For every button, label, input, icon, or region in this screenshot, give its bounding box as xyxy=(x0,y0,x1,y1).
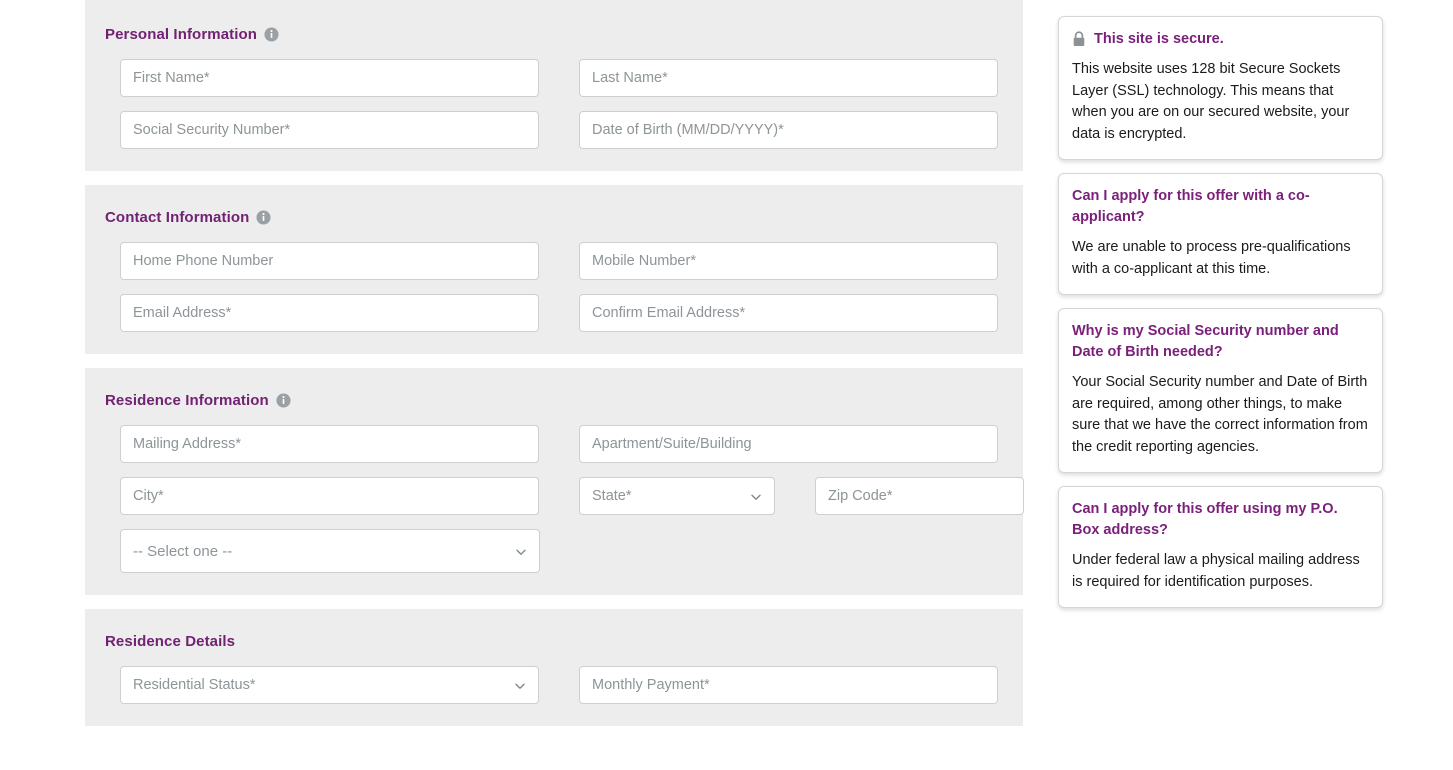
info-card-header: Can I apply for this offer using my P.O.… xyxy=(1072,499,1368,541)
section-personal-information: Personal Information First Name* Last Na… xyxy=(85,0,1023,171)
zip-code-placeholder: Zip Code* xyxy=(828,488,893,504)
social-security-number-field[interactable]: Social Security Number* xyxy=(120,111,539,149)
chevron-down-icon xyxy=(515,545,527,557)
residence-select-one-placeholder: -- Select one -- xyxy=(133,543,233,559)
lock-icon xyxy=(1072,31,1086,47)
apartment-suite-building-field[interactable]: Apartment/Suite/Building xyxy=(579,425,998,463)
prequalification-form-page: Personal Information First Name* Last Na… xyxy=(0,0,1453,770)
chevron-down-icon xyxy=(750,490,762,502)
date-of-birth-placeholder: Date of Birth (MM/DD/YYYY)* xyxy=(592,122,784,138)
section-header-residence-information: Residence Information xyxy=(105,392,1023,409)
mobile-number-placeholder: Mobile Number* xyxy=(592,253,696,269)
last-name-placeholder: Last Name* xyxy=(592,70,668,86)
social-security-number-placeholder: Social Security Number* xyxy=(133,122,291,138)
info-card-title: Why is my Social Security number and Dat… xyxy=(1072,323,1339,360)
confirm-email-address-placeholder: Confirm Email Address* xyxy=(592,305,746,321)
form-row: Email Address* Confirm Email Address* xyxy=(120,294,998,332)
home-phone-number-field[interactable]: Home Phone Number xyxy=(120,242,539,280)
form-row: Residential Status* Monthly Payment* xyxy=(120,666,998,704)
state-placeholder: State* xyxy=(592,488,632,504)
info-card-header: This site is secure. xyxy=(1072,29,1368,50)
date-of-birth-field[interactable]: Date of Birth (MM/DD/YYYY)* xyxy=(579,111,998,149)
section-header-contact-information: Contact Information xyxy=(105,209,1023,226)
city-placeholder: City* xyxy=(133,488,164,504)
residential-status-select[interactable]: Residential Status* xyxy=(120,666,539,704)
mailing-address-field[interactable]: Mailing Address* xyxy=(120,425,539,463)
form-row: City* State* Zip Code* xyxy=(120,477,1024,515)
section-title-personal-information: Personal Information xyxy=(105,26,258,43)
info-card-body: This website uses 128 bit Secure Sockets… xyxy=(1072,61,1350,142)
section-residence-details: Residence Details Residential Status* Mo… xyxy=(85,609,1023,726)
home-phone-number-placeholder: Home Phone Number xyxy=(133,253,274,269)
apartment-suite-building-placeholder: Apartment/Suite/Building xyxy=(592,436,752,452)
section-contact-information: Contact Information Home Phone Number Mo… xyxy=(85,185,1023,354)
section-residence-information: Residence Information Mailing Address* A… xyxy=(85,368,1024,595)
city-field[interactable]: City* xyxy=(120,477,539,515)
info-card-title: Can I apply for this offer with a co-app… xyxy=(1072,188,1310,225)
info-card-body: We are unable to process pre-qualificati… xyxy=(1072,239,1351,277)
mobile-number-field[interactable]: Mobile Number* xyxy=(579,242,998,280)
form-row: Mailing Address* Apartment/Suite/Buildin… xyxy=(120,425,998,463)
chevron-down-icon xyxy=(514,679,526,691)
zip-code-field[interactable]: Zip Code* xyxy=(815,477,1024,515)
mailing-address-placeholder: Mailing Address* xyxy=(133,436,241,452)
info-card-body: Your Social Security number and Date of … xyxy=(1072,374,1368,455)
email-address-field[interactable]: Email Address* xyxy=(120,294,539,332)
section-title-residence-details: Residence Details xyxy=(105,633,236,650)
info-card-body: Under federal law a physical mailing add… xyxy=(1072,552,1360,590)
section-header-residence-details: Residence Details xyxy=(105,633,1023,650)
first-name-field[interactable]: First Name* xyxy=(120,59,539,97)
info-circle-icon[interactable] xyxy=(264,27,279,42)
state-select[interactable]: State* xyxy=(579,477,775,515)
section-title-residence-information: Residence Information xyxy=(105,392,269,409)
confirm-email-address-field[interactable]: Confirm Email Address* xyxy=(579,294,998,332)
form-row: Social Security Number* Date of Birth (M… xyxy=(120,111,998,149)
monthly-payment-placeholder: Monthly Payment* xyxy=(592,677,710,693)
info-card-header: Can I apply for this offer with a co-app… xyxy=(1072,186,1368,228)
info-card-co-applicant: Can I apply for this offer with a co-app… xyxy=(1058,173,1383,295)
section-title-contact-information: Contact Information xyxy=(105,209,250,226)
residential-status-placeholder: Residential Status* xyxy=(133,677,256,693)
info-cards-column: This site is secure. This website uses 1… xyxy=(1058,16,1383,621)
info-card-title: This site is secure. xyxy=(1094,31,1224,47)
form-row: -- Select one -- xyxy=(120,529,989,573)
email-address-placeholder: Email Address* xyxy=(133,305,232,321)
info-circle-icon[interactable] xyxy=(276,393,291,408)
info-card-title: Can I apply for this offer using my P.O.… xyxy=(1072,501,1338,538)
section-header-personal-information: Personal Information xyxy=(105,26,1023,43)
info-card-ssn-dob: Why is my Social Security number and Dat… xyxy=(1058,308,1383,473)
monthly-payment-field[interactable]: Monthly Payment* xyxy=(579,666,998,704)
residence-select-one-select[interactable]: -- Select one -- xyxy=(120,529,540,573)
info-card-site-secure: This site is secure. This website uses 1… xyxy=(1058,16,1383,160)
info-card-header: Why is my Social Security number and Dat… xyxy=(1072,321,1368,363)
form-row: First Name* Last Name* xyxy=(120,59,998,97)
info-circle-icon[interactable] xyxy=(256,210,271,225)
info-card-po-box: Can I apply for this offer using my P.O.… xyxy=(1058,486,1383,608)
form-row: Home Phone Number Mobile Number* xyxy=(120,242,998,280)
last-name-field[interactable]: Last Name* xyxy=(579,59,998,97)
form-column: Personal Information First Name* Last Na… xyxy=(85,0,1024,740)
first-name-placeholder: First Name* xyxy=(133,70,210,86)
